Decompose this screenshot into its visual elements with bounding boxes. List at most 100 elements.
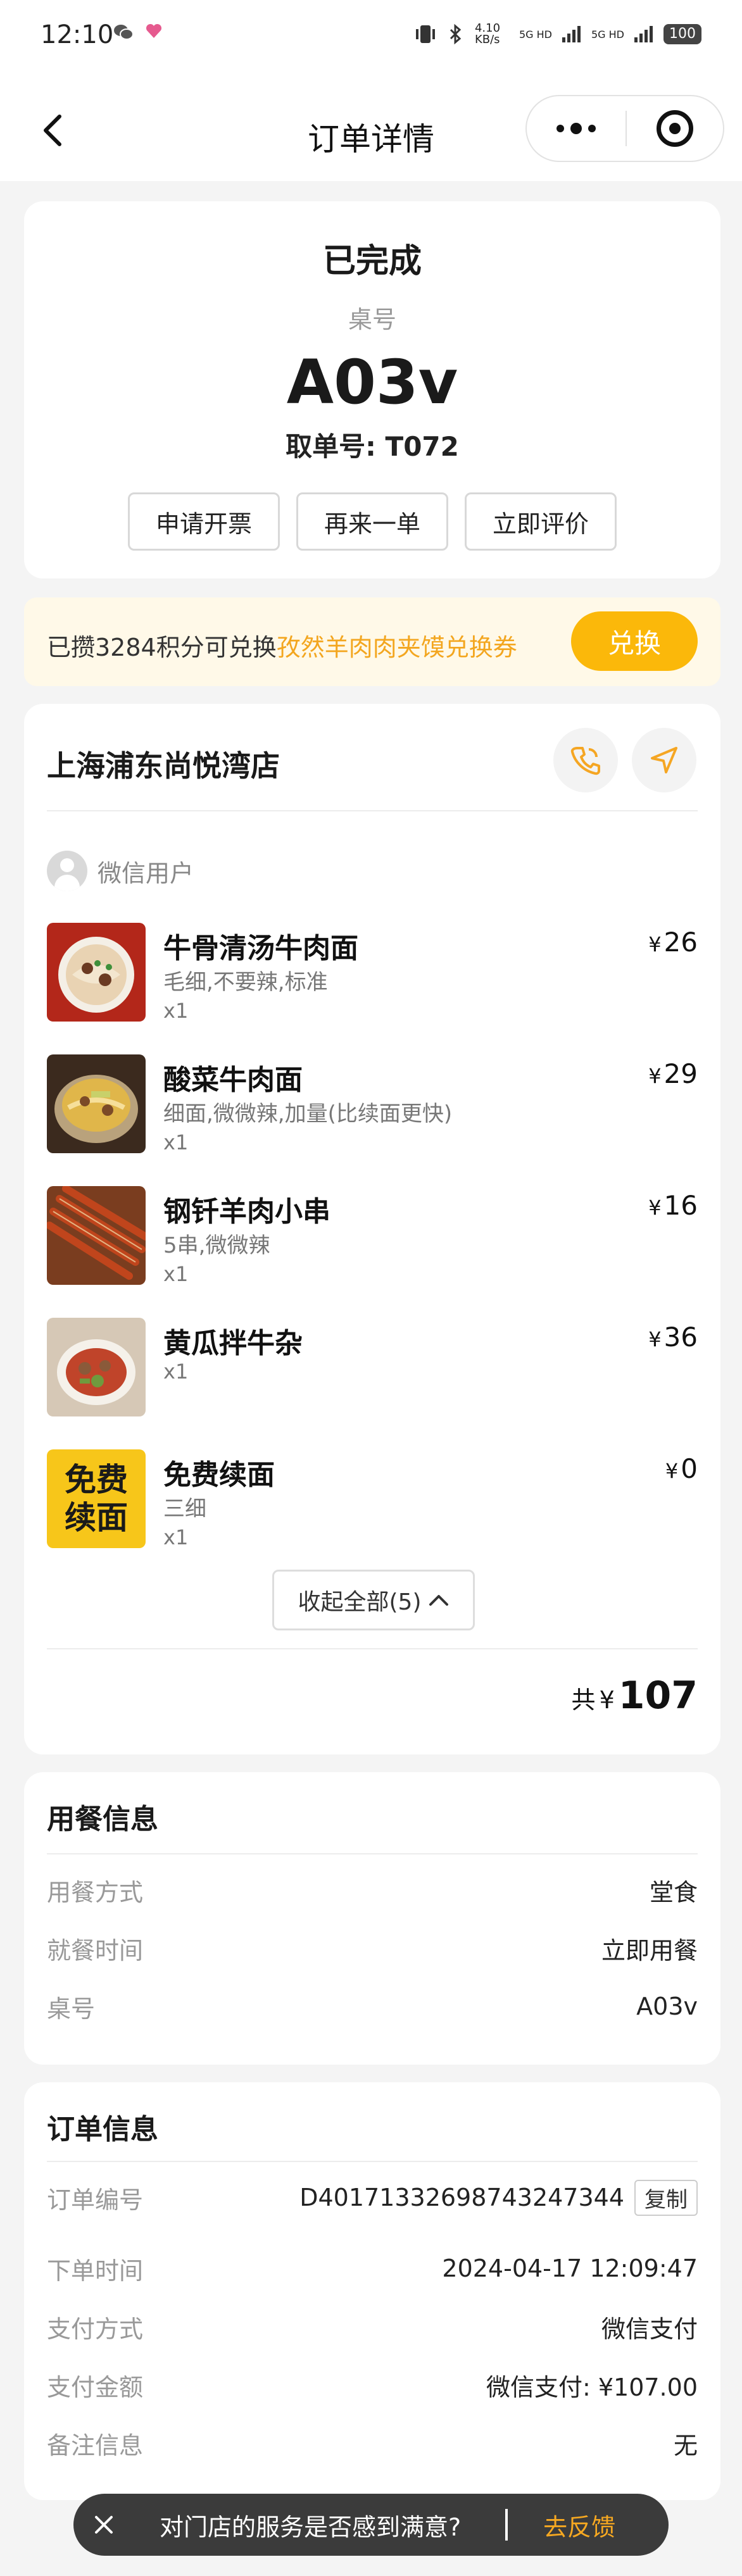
feedback-bar: 对门店的服务是否感到满意? 去反馈 [73,2494,669,2556]
order-item: 酸菜牛肉面 细面,微微辣,加量(比续面更快) x1 ¥29 [47,1054,698,1162]
collapse-label: 收起全部(5) [298,1589,422,1615]
collapse-all-button[interactable]: 收起全部(5) [272,1570,475,1630]
feedback-question: 对门店的服务是否感到满意? [160,2513,462,2541]
dining-info-title: 用餐信息 [47,1803,158,1835]
item-price-value: 0 [681,1453,698,1484]
order-info-title: 订单信息 [47,2113,158,2146]
navigate-store-button[interactable] [632,728,696,792]
info-value: A03v [636,1992,698,2020]
info-label: 支付方式 [47,2315,144,2343]
order-time-row: 下单时间 2024-04-17 12:09:47 [47,2249,698,2287]
store-name: 上海浦东尚悦湾店 [47,749,280,783]
order-item: 黄瓜拌牛杂 x1 ¥36 [47,1318,698,1425]
order-status-card: 已完成 桌号 A03v 取单号: T072 申请开票 再来一单 立即评价 [24,201,720,578]
item-name: 黄瓜拌牛杂 [163,1327,303,1360]
item-spec: 5串,微微辣 [163,1233,270,1258]
total-currency: ¥ [599,1686,615,1714]
payment-method-row: 支付方式 微信支付 [47,2308,698,2346]
status-right-icons: 4.10 KB/s 5G HD 5G HD 100 [414,23,701,46]
order-item: 牛骨清汤牛肉面 毛细,不要辣,标准 x1 ¥26 [47,923,698,1030]
store-divider [47,810,698,811]
item-spec: 细面,微微辣,加量(比续面更快) [163,1101,453,1127]
user-avatar [47,851,87,891]
nav-bar: 订单详情 [0,76,742,181]
pickled-beef-noodle-image [47,1054,146,1153]
info-value: 立即用餐 [601,1936,698,1965]
feedback-separator [505,2509,508,2541]
call-store-button[interactable] [553,728,618,792]
feedback-link[interactable]: 去反馈 [543,2508,615,2542]
net-speed: 4.10 KB/s [474,22,501,46]
currency-symbol: ¥ [648,1196,662,1220]
heart-app-icon [146,23,162,38]
item-name: 钢钎羊肉小串 [163,1196,330,1228]
points-prefix: 已攒3284积分可兑换 [47,634,277,661]
battery-icon: 100 [663,24,701,44]
info-label: 备注信息 [47,2431,144,2460]
table-number-label: 桌号 [348,306,396,334]
order-status-title: 已完成 [322,242,422,280]
item-price: ¥0 [665,1453,698,1484]
item-price: ¥29 [648,1058,698,1089]
item-price-value: 29 [663,1058,698,1089]
total-label: 共 [571,1686,596,1714]
close-mini-program-button[interactable] [627,96,723,161]
signal-5g-1: 5G HD [519,28,552,41]
bluetooth-icon [450,23,462,45]
navigation-arrow-icon [651,747,677,773]
refill-image-text-1: 免费 [65,1461,128,1498]
info-label: 就餐时间 [47,1936,144,1965]
feedback-close-button[interactable] [73,2494,134,2556]
exchange-button[interactable]: 兑换 [571,611,698,671]
item-price-value: 26 [663,927,698,958]
order-actions: 申请开票 再来一单 立即评价 [24,492,720,551]
currency-symbol: ¥ [665,1459,679,1483]
item-quantity: x1 [163,1262,189,1286]
review-button[interactable]: 立即评价 [465,492,617,551]
item-name: 酸菜牛肉面 [163,1064,303,1096]
refill-image-text-2: 续面 [65,1499,128,1536]
info-value: 堂食 [649,1878,698,1906]
remark-row: 备注信息 无 [47,2424,698,2462]
more-dots-icon [556,123,596,134]
currency-symbol: ¥ [648,932,662,956]
dining-info-divider [47,1853,698,1854]
signal-bars-icon [562,26,581,42]
status-time: 12:10 [41,20,114,49]
pickup-number: 取单号: T072 [286,431,459,462]
dining-time-row: 就餐时间 立即用餐 [47,1929,698,1967]
order-number-value: D40171332698743247344 复制 [299,2179,698,2216]
reorder-button[interactable]: 再来一单 [296,492,448,551]
item-spec: 毛细,不要辣,标准 [163,970,328,995]
info-label: 支付金额 [47,2373,144,2401]
free-refill-noodle-image: 免费 续面 [47,1449,146,1548]
more-options-button[interactable] [527,96,626,161]
order-info-card: 订单信息 订单编号 D40171332698743247344 复制 下单时间 2… [24,2082,720,2500]
vibrate-icon [415,25,435,43]
wechat-icon [114,25,134,40]
item-name: 牛骨清汤牛肉面 [163,932,358,965]
close-icon [95,2516,113,2534]
status-bar: 12:10 4.10 KB/s 5G HD 5G HD 100 [0,0,742,76]
total-amount: 107 [618,1673,698,1718]
cucumber-beef-offal-image [47,1318,146,1416]
info-value: 无 [673,2431,698,2460]
copy-button[interactable]: 复制 [634,2179,698,2216]
points-coupon-name[interactable]: 孜然羊肉肉夹馍兑换券 [277,634,517,661]
points-banner: 已攒3284积分可兑换孜然羊肉肉夹馍兑换券 兑换 [24,597,720,686]
signal-bars-icon-2 [634,26,653,42]
request-invoice-button[interactable]: 申请开票 [128,492,280,551]
info-label: 用餐方式 [47,1878,144,1906]
phone-icon [570,747,600,775]
order-total: 共 ¥ 107 [572,1673,698,1718]
table-number: A03v [286,347,458,418]
item-quantity: x1 [163,1360,189,1384]
lamb-skewers-image [47,1186,146,1285]
item-quantity: x1 [163,1130,189,1154]
points-text: 已攒3284积分可兑换孜然羊肉肉夹馍兑换券 [47,628,517,663]
info-value: 2024-04-17 12:09:47 [442,2254,698,2282]
target-close-icon [657,110,693,147]
item-price: ¥36 [648,1322,698,1353]
mini-program-capsule [525,95,724,162]
dining-table-row: 桌号 A03v [47,1987,698,2025]
